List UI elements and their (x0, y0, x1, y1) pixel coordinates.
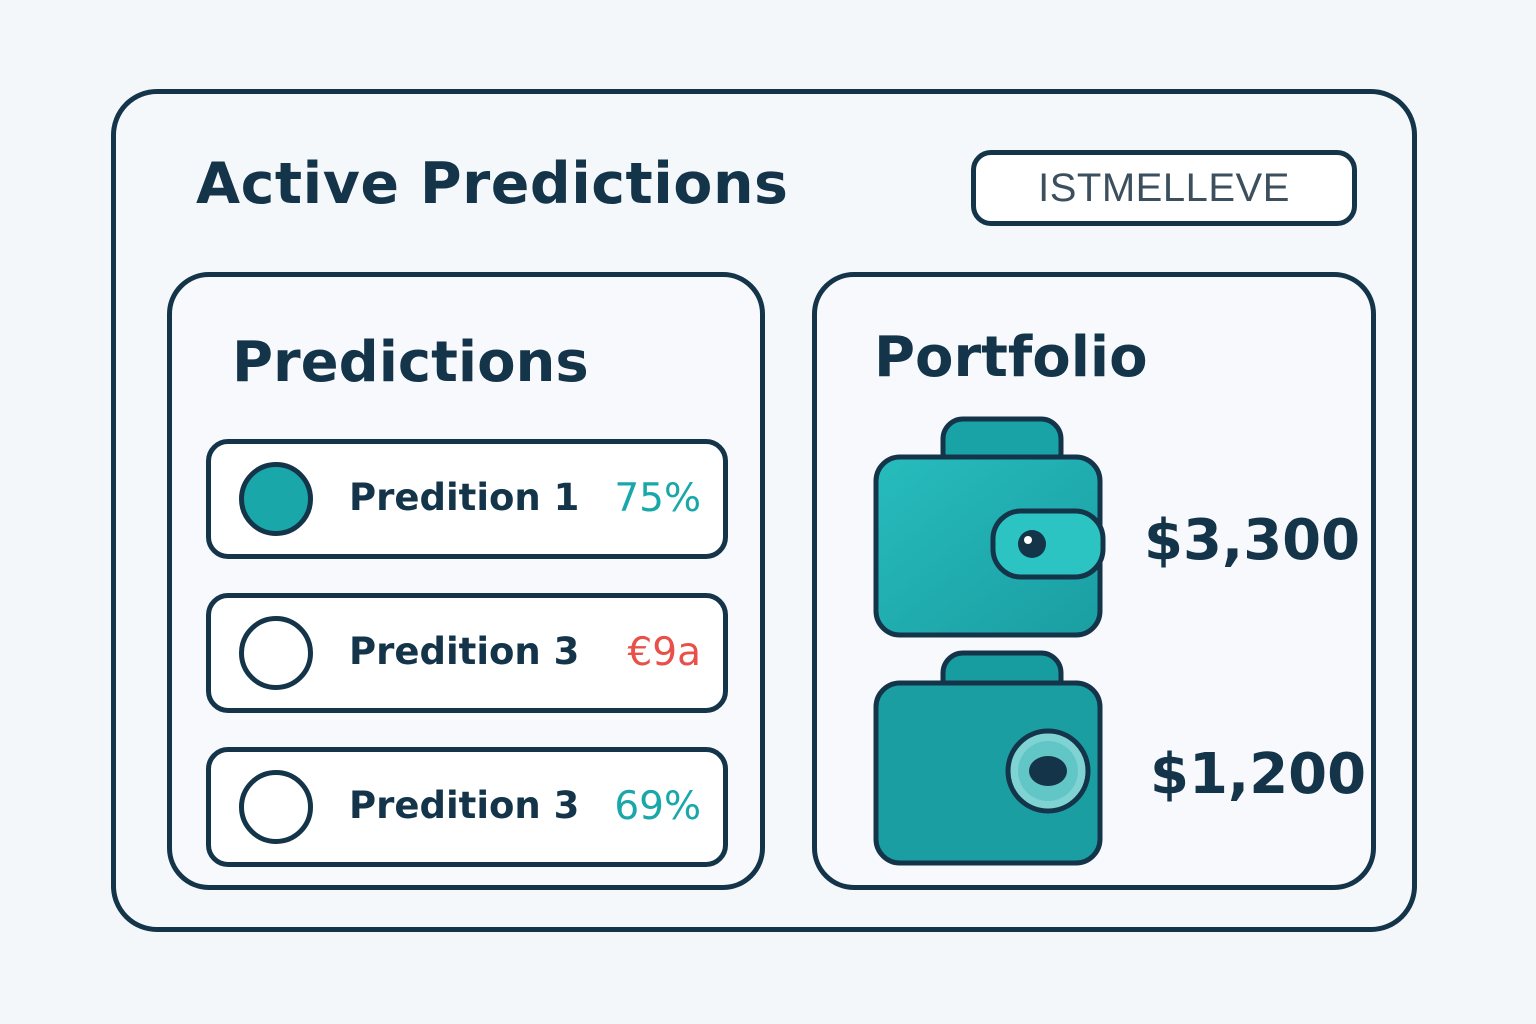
prediction-2-value: €9a (627, 630, 701, 675)
prediction-3-value: 69% (614, 784, 701, 829)
prediction-2-radio[interactable] (239, 616, 313, 690)
header-button[interactable]: ISTMELLEVE (971, 150, 1357, 226)
portfolio-panel: Portfolio $3,300 $1,200 (812, 272, 1376, 890)
portfolio-amount-1: $3,300 (1144, 508, 1361, 573)
wallet-icon (873, 416, 1106, 638)
stage: Active Predictions ISTMELLEVE Prediction… (0, 0, 1536, 1024)
prediction-1-value: 75% (614, 476, 701, 521)
predictions-title: Predictions (232, 330, 589, 395)
prediction-1-label: Predition 1 (349, 476, 580, 519)
portfolio-amount-2: $1,200 (1150, 742, 1367, 807)
portfolio-title: Portfolio (874, 325, 1148, 390)
page-title: Active Predictions (196, 151, 789, 217)
prediction-3-radio[interactable] (239, 770, 313, 844)
prediction-1-radio[interactable] (239, 462, 313, 536)
prediction-row-2[interactable]: Predition 3 €9a (206, 593, 728, 713)
wallet-icon (873, 650, 1103, 866)
prediction-row-3[interactable]: Predition 3 69% (206, 747, 728, 867)
prediction-3-label: Predition 3 (349, 784, 580, 827)
predictions-panel: Predictions Predition 1 75% Predition 3 … (167, 272, 765, 890)
prediction-row-1[interactable]: Predition 1 75% (206, 439, 728, 559)
active-predictions-card: Active Predictions ISTMELLEVE Prediction… (111, 89, 1417, 932)
prediction-2-label: Predition 3 (349, 630, 580, 673)
